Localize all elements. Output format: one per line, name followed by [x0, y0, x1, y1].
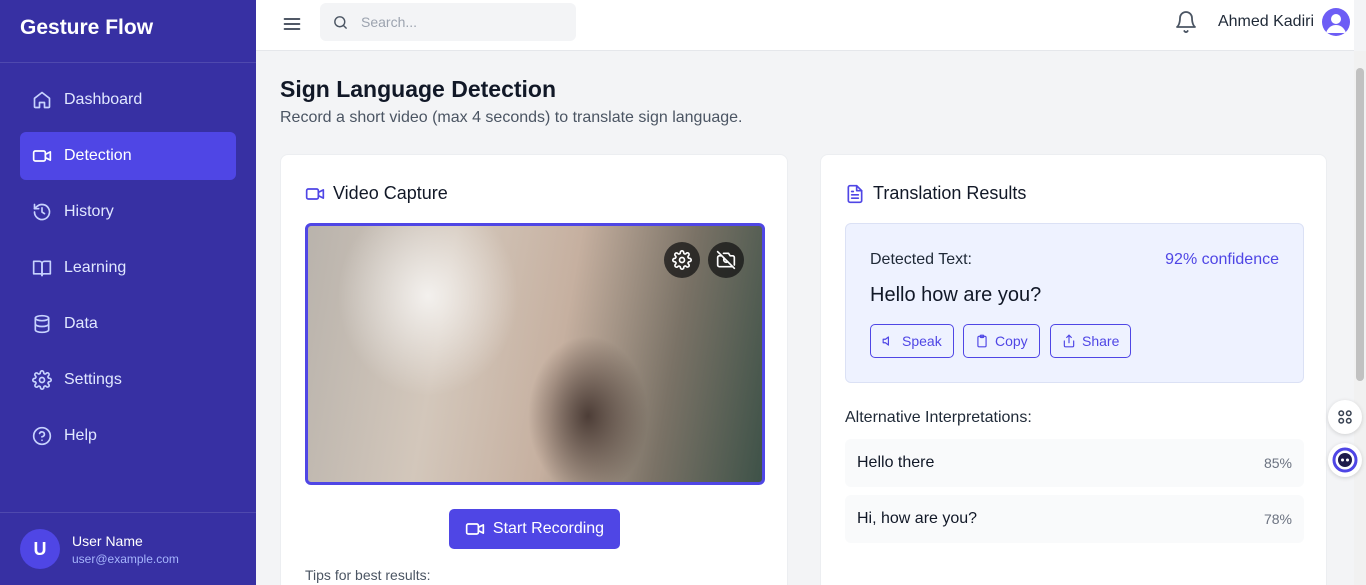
page-scrollbar[interactable] [1354, 51, 1366, 585]
translation-results-card: Translation Results Detected Text: 92% c… [820, 154, 1327, 585]
alternative-text: Hello there [857, 454, 935, 471]
scrollbar-thumb[interactable] [1356, 68, 1364, 381]
camera-off-icon [716, 250, 736, 270]
card-header: Translation Results [845, 183, 1026, 204]
video-capture-card: Video Capture Start Recording Tips for b… [280, 154, 788, 585]
avatar [1322, 8, 1350, 36]
sidebar-item-detection[interactable]: Detection [20, 132, 236, 180]
detected-text-label: Detected Text: [870, 251, 972, 268]
start-recording-label: Start Recording [492, 520, 605, 537]
user-name: User Name [72, 532, 143, 549]
hamburger-menu-icon [283, 18, 301, 30]
sidebar-item-label: Detection [64, 147, 132, 164]
notifications-button[interactable] [1174, 10, 1198, 34]
sidebar-nav: Dashboard Detection History Learning Dat… [0, 63, 256, 460]
page-title: Sign Language Detection [280, 76, 557, 102]
speak-button[interactable]: Speak [870, 324, 954, 358]
sidebar-item-label: Dashboard [64, 91, 143, 108]
card-header: Video Capture [305, 183, 448, 204]
alternative-score: 78% [1263, 511, 1292, 527]
assistant-bot-icon [1332, 447, 1358, 473]
topbar: Ahmed Kadiri [256, 0, 1354, 51]
user-menu[interactable]: Ahmed Kadiri [1218, 8, 1350, 36]
home-icon [33, 91, 51, 109]
sidebar-item-settings[interactable]: Settings [20, 356, 236, 404]
gear-icon [32, 370, 52, 390]
detected-text: Hello how are you? [870, 284, 1042, 306]
apps-widget-button[interactable] [1328, 400, 1362, 434]
video-preview [305, 223, 765, 485]
sidebar-item-data[interactable]: Data [20, 300, 236, 348]
video-camera-icon [465, 523, 485, 535]
confidence-badge: 92% confidence [1165, 251, 1279, 268]
speaker-icon [882, 336, 889, 346]
sidebar-item-label: Learning [64, 259, 127, 276]
sidebar-item-label: History [64, 203, 114, 220]
sidebar-item-label: Help [64, 427, 97, 444]
clipboard-icon [977, 334, 987, 348]
user-icon [1326, 14, 1346, 33]
help-circle-icon [32, 426, 52, 446]
copy-label: Copy [995, 333, 1028, 349]
sidebar-item-dashboard[interactable]: Dashboard [20, 76, 236, 124]
copy-button[interactable]: Copy [963, 324, 1040, 358]
share-label: Share [1082, 333, 1120, 349]
assistant-widget-button[interactable] [1328, 443, 1362, 477]
video-camera-icon [305, 187, 325, 200]
top-user-name: Ahmed Kadiri [1217, 13, 1314, 30]
book-open-icon [32, 260, 52, 277]
gear-icon [672, 250, 692, 270]
alternative-score: 85% [1263, 455, 1292, 471]
sidebar-item-learning[interactable]: Learning [20, 244, 236, 292]
share-button[interactable]: Share [1050, 324, 1132, 358]
alternative-text: Hi, how are you? [857, 510, 978, 527]
tips-heading: Tips for best results: [305, 567, 431, 583]
user-email: user@example.com [72, 551, 179, 566]
bell-icon [1176, 11, 1196, 33]
alternatives-heading: Alternative Interpretations: [845, 409, 1032, 426]
search-box [320, 3, 576, 41]
page-subtitle: Record a short video (max 4 seconds) to … [280, 109, 743, 126]
command-icon [1338, 410, 1352, 424]
sidebar: Gesture Flow Dashboard Detection History… [0, 0, 256, 585]
database-icon [34, 314, 50, 334]
search-input[interactable] [361, 14, 561, 30]
document-icon [847, 184, 863, 203]
speak-label: Speak [902, 333, 942, 349]
list-item[interactable]: Hi, how are you? 78% [845, 495, 1304, 543]
sidebar-item-history[interactable]: History [20, 188, 236, 236]
sidebar-item-label: Data [64, 315, 98, 332]
menu-toggle-button[interactable] [282, 14, 302, 34]
detected-result-panel: Detected Text: 92% confidence Hello how … [845, 223, 1304, 383]
list-item[interactable]: Hello there 85% [845, 439, 1304, 487]
camera-settings-button[interactable] [664, 242, 700, 278]
start-recording-button[interactable]: Start Recording [449, 509, 620, 549]
sidebar-item-help[interactable]: Help [20, 412, 236, 460]
share-icon [1063, 334, 1075, 348]
sidebar-item-label: Settings [64, 371, 122, 388]
video-camera-icon [32, 150, 52, 162]
card-title: Translation Results [873, 183, 1027, 203]
brand-logo-text: Gesture Flow [0, 0, 256, 63]
avatar: U [20, 529, 60, 569]
sidebar-user-profile[interactable]: U User Name user@example.com [0, 512, 256, 585]
camera-off-button[interactable] [708, 242, 744, 278]
search-icon [334, 15, 347, 29]
history-icon [33, 203, 51, 221]
card-title: Video Capture [333, 183, 448, 203]
